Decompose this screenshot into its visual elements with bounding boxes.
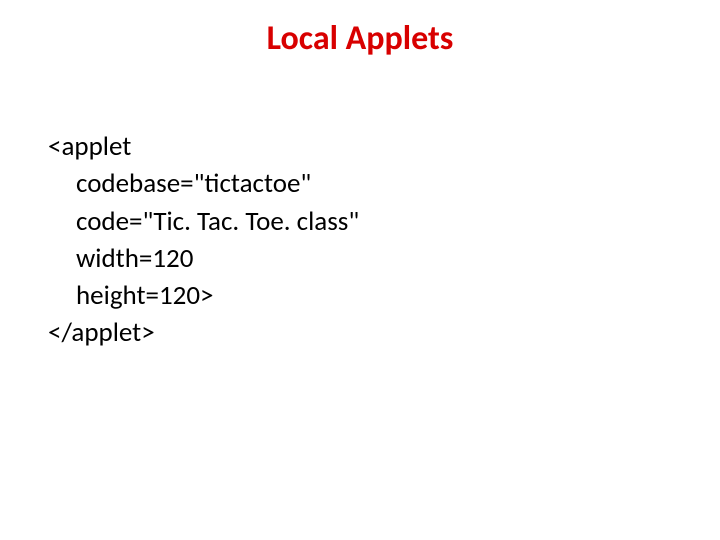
code-line: </applet>	[48, 314, 359, 351]
code-block: <applet codebase="tictactoe" code="Tic. …	[48, 128, 359, 352]
code-line: height=120>	[48, 277, 359, 314]
slide: Local Applets <applet codebase="tictacto…	[0, 0, 720, 540]
code-line: <applet	[48, 128, 359, 165]
code-line: codebase="tictactoe"	[48, 165, 359, 202]
code-line: width=120	[48, 240, 359, 277]
slide-title: Local Applets	[0, 18, 720, 59]
code-text: codebase="tictactoe"	[76, 167, 311, 200]
code-text: height=120>	[76, 279, 213, 312]
code-text: width=120	[76, 242, 193, 275]
code-line: code="Tic. Tac. Toe. class"	[48, 203, 359, 240]
code-text: </applet>	[48, 316, 155, 349]
code-text: <applet	[48, 130, 131, 163]
code-text: code="Tic. Tac. Toe. class"	[76, 205, 359, 238]
